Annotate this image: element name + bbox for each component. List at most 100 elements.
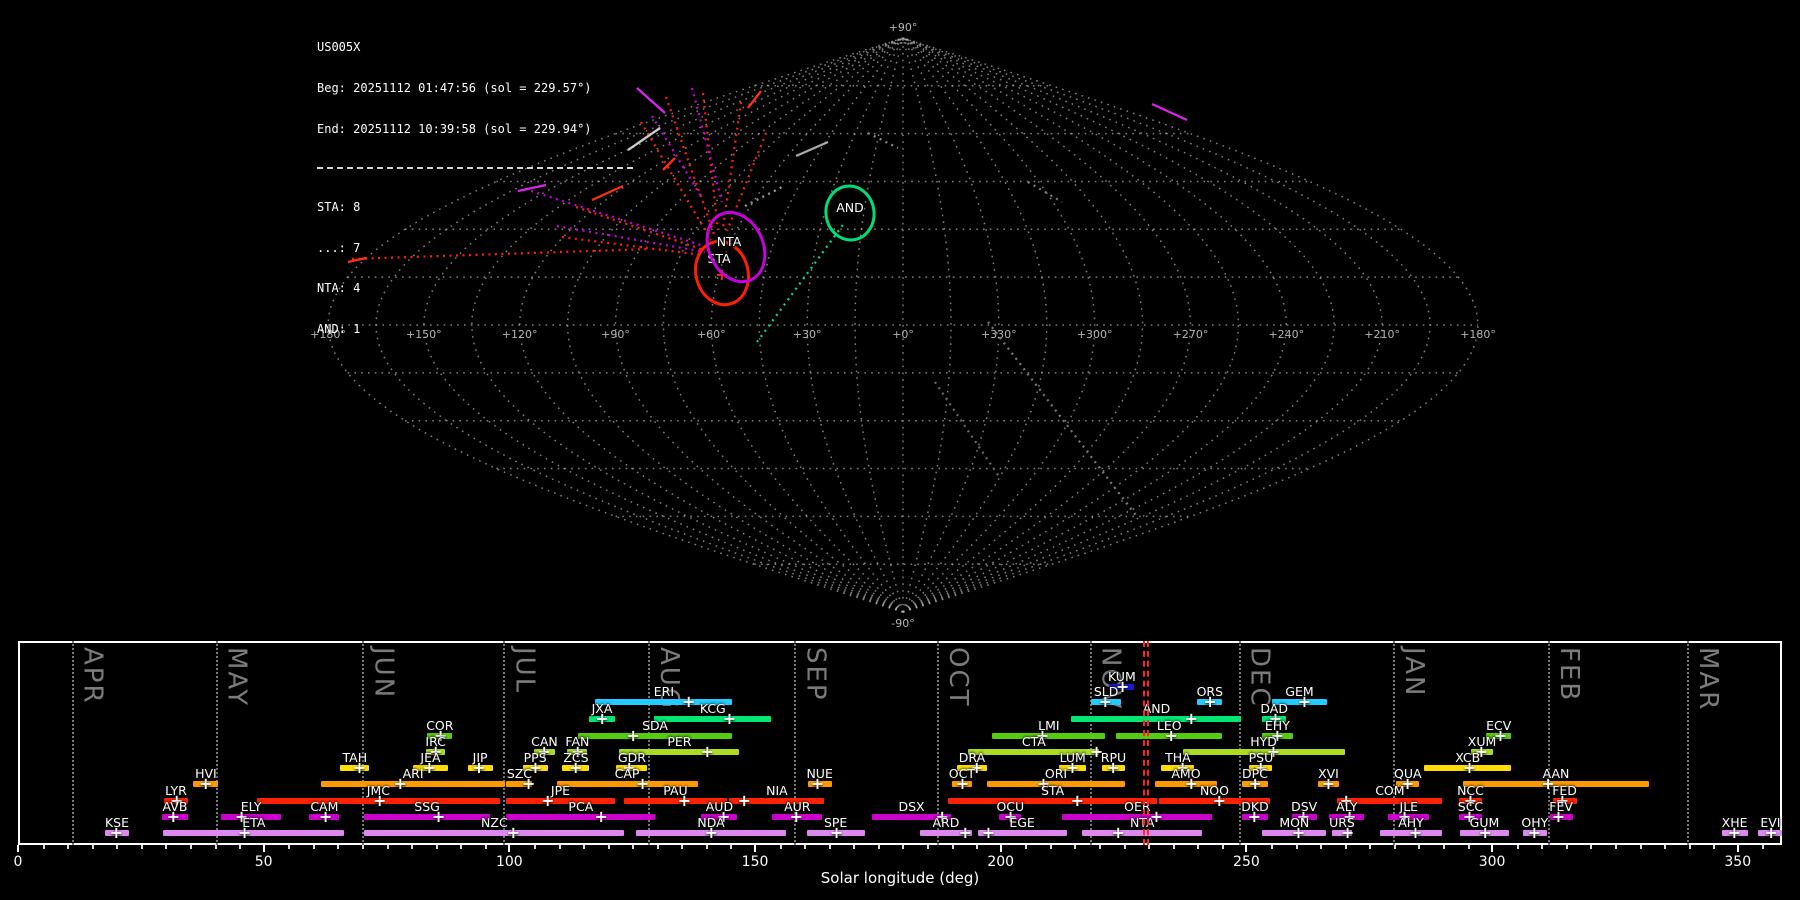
longitude-label: +240° bbox=[1268, 328, 1304, 341]
axis-minor-tick bbox=[1664, 845, 1666, 849]
axis-minor-tick bbox=[681, 845, 683, 849]
axis-tick-label: 0 bbox=[0, 854, 38, 870]
axis-minor-tick bbox=[67, 845, 69, 849]
axis-minor-tick bbox=[927, 845, 929, 849]
meteor-trail bbox=[637, 88, 665, 113]
axis-minor-tick bbox=[43, 845, 45, 849]
axis-minor-tick bbox=[411, 845, 413, 849]
axis-minor-tick bbox=[1640, 845, 1642, 849]
axis-minor-tick bbox=[1148, 845, 1150, 849]
axis-minor-tick bbox=[1050, 845, 1052, 849]
axis-minor-tick bbox=[92, 845, 94, 849]
axis-tick bbox=[754, 845, 756, 852]
axis-minor-tick bbox=[1369, 845, 1371, 849]
axis-tick-label: 200 bbox=[981, 854, 1021, 870]
longitude-label: +0° bbox=[892, 328, 914, 341]
axis-minor-tick bbox=[337, 845, 339, 849]
axis-minor-tick bbox=[1025, 845, 1027, 849]
axis-minor-tick bbox=[976, 845, 978, 849]
axis-minor-tick bbox=[485, 845, 487, 849]
axis-minor-tick bbox=[1590, 845, 1592, 849]
count-sta: STA: 8 bbox=[317, 201, 633, 215]
axis-minor-tick bbox=[608, 845, 610, 849]
axis-minor-tick bbox=[1517, 845, 1519, 849]
axis-minor-tick bbox=[190, 845, 192, 849]
axis-minor-tick bbox=[780, 845, 782, 849]
north-pole-label: +90° bbox=[889, 21, 918, 34]
radiant-label-and: AND bbox=[836, 200, 864, 215]
axis-minor-tick bbox=[804, 845, 806, 849]
axis-minor-tick bbox=[116, 845, 118, 849]
sky-map: +180°+150°+120°+90°+60°+30°+0°+330°+300°… bbox=[0, 0, 1800, 645]
count-and: AND: 1 bbox=[317, 323, 633, 337]
meteor-trail bbox=[935, 382, 1000, 478]
meteor-station-plot: +180°+150°+120°+90°+60°+30°+0°+330°+300°… bbox=[0, 0, 1800, 900]
radiant-label-nta: NTA bbox=[717, 234, 742, 249]
axis-minor-tick bbox=[1713, 845, 1715, 849]
axis-tick bbox=[1000, 845, 1002, 852]
meteor-trail bbox=[868, 133, 898, 148]
axis-tick-label: 150 bbox=[735, 854, 775, 870]
axis-tick bbox=[508, 845, 510, 852]
axis-minor-tick bbox=[657, 845, 659, 849]
meteor-trail bbox=[666, 97, 714, 234]
axis-minor-tick bbox=[1762, 845, 1764, 849]
axis-minor-tick bbox=[706, 845, 708, 849]
axis-tick-label: 50 bbox=[244, 854, 284, 870]
longitude-label: +330° bbox=[981, 328, 1017, 341]
meteor-trail bbox=[748, 91, 761, 108]
axis-minor-tick bbox=[1541, 845, 1543, 849]
observation-header: US005X Beg: 20251112 01:47:56 (sol = 229… bbox=[317, 14, 633, 364]
axis-minor-tick bbox=[1074, 845, 1076, 849]
meteor-trail bbox=[796, 142, 828, 156]
end-time-line: End: 20251112 10:39:58 (sol = 229.94°) bbox=[317, 123, 633, 137]
axis-minor-tick bbox=[288, 845, 290, 849]
meteor-trail bbox=[757, 222, 845, 342]
begin-time-line: Beg: 20251112 01:47:56 (sol = 229.57°) bbox=[317, 82, 633, 96]
longitude-label: +300° bbox=[1077, 328, 1113, 341]
axis-minor-tick bbox=[313, 845, 315, 849]
axis-minor-tick bbox=[141, 845, 143, 849]
axis-minor-tick bbox=[1443, 845, 1445, 849]
axis-minor-tick bbox=[1222, 845, 1224, 849]
meteor-trail bbox=[723, 102, 741, 228]
axis-minor-tick bbox=[1197, 845, 1199, 849]
axis-minor-tick bbox=[853, 845, 855, 849]
timeline-frame bbox=[18, 641, 1782, 845]
axis-minor-tick bbox=[215, 845, 217, 849]
meteor-trail bbox=[703, 93, 718, 230]
meteor-trail bbox=[745, 186, 784, 206]
axis-minor-tick bbox=[239, 845, 241, 849]
axis-minor-tick bbox=[1418, 845, 1420, 849]
axis-tick-label: 350 bbox=[1718, 854, 1758, 870]
axis-minor-tick bbox=[952, 845, 954, 849]
longitude-label: +270° bbox=[1173, 328, 1209, 341]
axis-minor-tick bbox=[1394, 845, 1396, 849]
axis-minor-tick bbox=[730, 845, 732, 849]
south-pole-label: -90° bbox=[891, 617, 914, 630]
axis-minor-tick bbox=[165, 845, 167, 849]
longitude-label: +60° bbox=[697, 328, 726, 341]
axis-minor-tick bbox=[1615, 845, 1617, 849]
axis-minor-tick bbox=[559, 845, 561, 849]
meteor-trail bbox=[1028, 182, 1062, 202]
axis-minor-tick bbox=[1345, 845, 1347, 849]
axis-minor-tick bbox=[1689, 845, 1691, 849]
axis-minor-tick bbox=[878, 845, 880, 849]
station-id: US005X bbox=[317, 41, 633, 55]
axis-minor-tick bbox=[1173, 845, 1175, 849]
axis-tick-label: 300 bbox=[1472, 854, 1512, 870]
axis-minor-tick bbox=[1566, 845, 1568, 849]
axis-minor-tick bbox=[632, 845, 634, 849]
axis-tick bbox=[1245, 845, 1247, 852]
axis-tick bbox=[1491, 845, 1493, 852]
axis-minor-tick bbox=[1124, 845, 1126, 849]
axis-minor-tick bbox=[436, 845, 438, 849]
axis-minor-tick bbox=[583, 845, 585, 849]
axis-tick-label: 250 bbox=[1226, 854, 1266, 870]
axis-tick bbox=[17, 845, 19, 852]
meteor-trail bbox=[1152, 104, 1187, 120]
axis-minor-tick bbox=[902, 845, 904, 849]
axis-minor-tick bbox=[460, 845, 462, 849]
axis-tick bbox=[1737, 845, 1739, 852]
